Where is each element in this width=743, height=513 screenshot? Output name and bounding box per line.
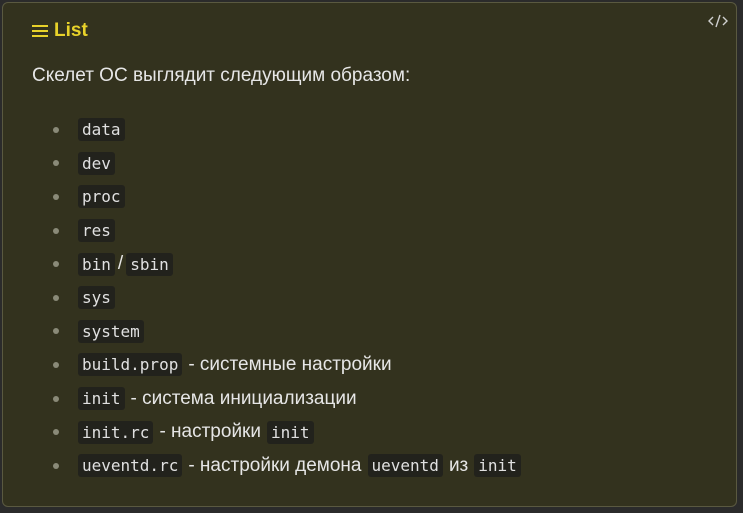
bullet-icon (53, 462, 59, 469)
inline-code: init (474, 454, 521, 478)
panel-title: List (54, 20, 88, 41)
item-description: - система инициализации (130, 387, 357, 409)
code-icon[interactable] (707, 11, 729, 31)
bullet-icon (53, 361, 59, 368)
list-item: init - система инициализации (53, 382, 521, 416)
item-description: - настройки (159, 421, 261, 443)
inline-code: res (78, 219, 115, 243)
inline-code: proc (78, 185, 125, 209)
item-description: - настройки демона (188, 454, 362, 476)
list-item: res (53, 214, 521, 248)
list-item: system (53, 315, 521, 349)
bullet-icon (53, 328, 59, 335)
inline-code: build.prop (78, 353, 183, 377)
inline-code: sys (78, 286, 115, 310)
list-item: init.rc - настройки init (53, 415, 521, 449)
list-item: dev (53, 147, 521, 181)
list-item: sys (53, 281, 521, 315)
list-item: proc (53, 180, 521, 214)
bullet-icon (53, 227, 59, 234)
inline-code: init.rc (78, 420, 154, 444)
list-item: data (53, 113, 521, 147)
inline-code: system (78, 319, 144, 343)
list-item: build.prop - системные настройки (53, 348, 521, 382)
inline-code: dev (78, 151, 115, 175)
bullet-icon (53, 261, 59, 268)
inline-code: ueventd (367, 454, 443, 478)
inline-code: data (78, 118, 125, 142)
bullet-icon (53, 294, 59, 301)
directory-list: data dev proc res bin / sbin sys system b (53, 113, 521, 483)
item-description: - системные настройки (188, 353, 392, 375)
inline-code: ueventd.rc (78, 454, 183, 478)
bullet-icon (53, 193, 59, 200)
list-item: ueventd.rc - настройки демона ueventd из ini… (53, 449, 521, 483)
bullet-icon (53, 126, 59, 133)
panel-header: List (32, 20, 88, 42)
item-connector: из (448, 454, 469, 476)
bullet-icon (53, 429, 59, 436)
bullet-icon (53, 160, 59, 167)
list-panel: List Скелет ОС выглядит следующим образо… (2, 2, 737, 507)
bullet-icon (53, 395, 59, 402)
inline-code: sbin (126, 252, 173, 276)
inline-code: init (78, 387, 125, 411)
inline-code: bin (78, 252, 115, 276)
separator: / (117, 253, 124, 275)
inline-code: init (266, 420, 314, 444)
list-icon (32, 24, 48, 38)
intro-text: Скелет ОС выглядит следующим образом: (32, 65, 411, 86)
list-item: bin / sbin (53, 247, 521, 281)
